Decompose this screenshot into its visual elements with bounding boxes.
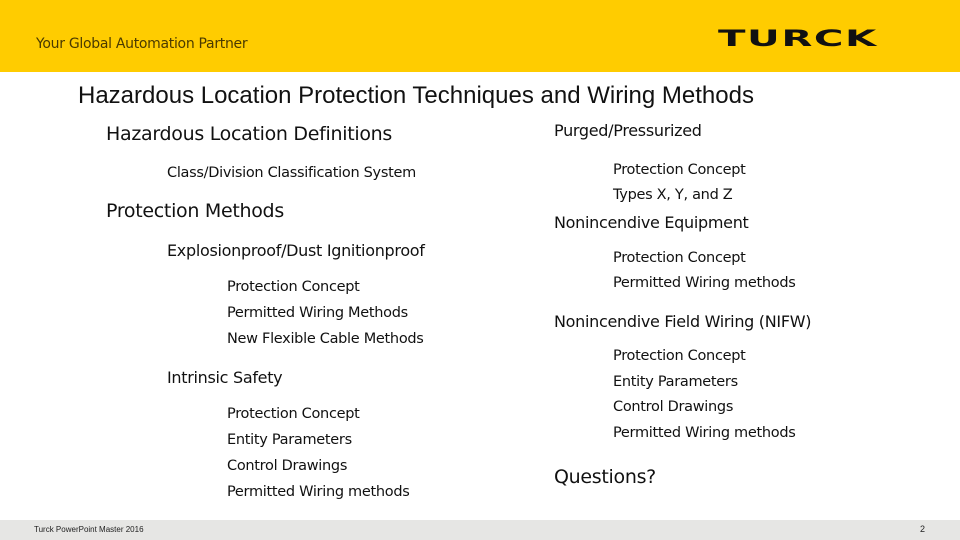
outline-subitem: Protection Concept (613, 250, 746, 266)
outline-heading: Hazardous Location Definitions (106, 123, 392, 145)
outline-subitem: Class/Division Classification System (167, 165, 416, 181)
outline-subheading: Explosionproof/Dust Ignitionproof (167, 241, 425, 260)
footer-bar (0, 520, 960, 540)
outline-subheading: Intrinsic Safety (167, 368, 283, 387)
questions-heading: Questions? (554, 466, 656, 488)
outline-subitem: Permitted Wiring methods (613, 275, 796, 291)
outline-subitem: Protection Concept (613, 162, 746, 178)
outline-subitem: Control Drawings (227, 458, 348, 474)
outline-subitem: Protection Concept (227, 279, 360, 295)
outline-subitem: Protection Concept (613, 348, 746, 364)
outline-subitem: Protection Concept (227, 406, 360, 422)
outline-subheading: Nonincendive Field Wiring (NIFW) (554, 312, 812, 331)
tagline: Your Global Automation Partner (36, 36, 248, 52)
slide-title: Hazardous Location Protection Techniques… (78, 82, 754, 109)
turck-logo: TURCK (718, 26, 878, 52)
outline-subitem: Permitted Wiring methods (613, 425, 796, 441)
outline-subheading: Nonincendive Equipment (554, 213, 749, 232)
page-number: 2 (920, 524, 926, 534)
outline-subitem: Control Drawings (613, 399, 734, 415)
outline-subitem: Entity Parameters (613, 374, 738, 390)
outline-subitem: Permitted Wiring Methods (227, 305, 408, 321)
outline-subitem: New Flexible Cable Methods (227, 331, 424, 347)
footer-text: Turck PowerPoint Master 2016 (34, 525, 144, 534)
outline-subitem: Permitted Wiring methods (227, 484, 410, 500)
outline-subheading: Purged/Pressurized (554, 121, 702, 140)
outline-heading: Protection Methods (106, 200, 284, 222)
outline-subitem: Types X, Y, and Z (613, 187, 733, 203)
outline-subitem: Entity Parameters (227, 432, 352, 448)
